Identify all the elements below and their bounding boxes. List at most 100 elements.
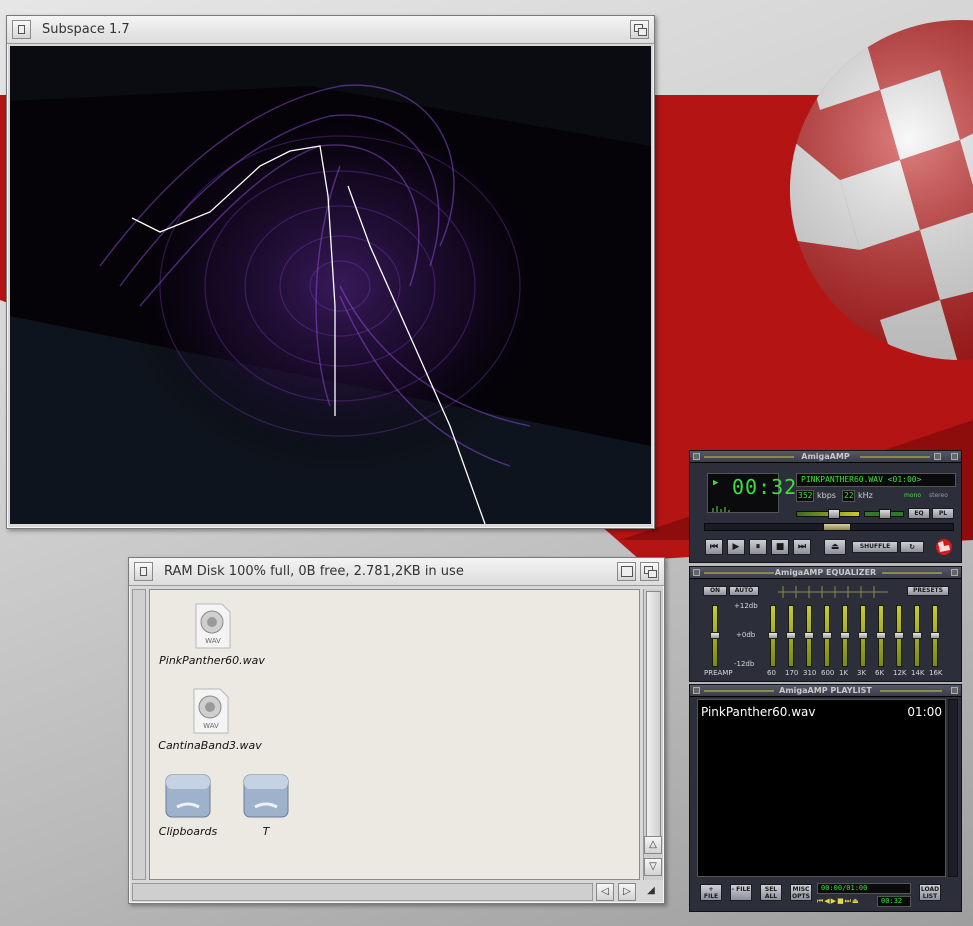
resize-gadget-icon[interactable]: ◢ xyxy=(642,883,660,901)
playlist-toggle-button[interactable]: PL xyxy=(932,508,954,519)
mini-time-display: 00:32 xyxy=(877,896,911,907)
eject-icon[interactable]: ⏏ xyxy=(824,539,846,555)
khz-value: 22 xyxy=(844,491,854,500)
amigaamp-equalizer[interactable]: AmigaAMP EQUALIZER ON AUTO PRESETS +12db… xyxy=(689,566,962,682)
eq-curve-graph xyxy=(778,586,888,598)
close-gadget-icon[interactable] xyxy=(134,562,153,581)
track-title: PINKPANTHER60.WAV <01:00> xyxy=(801,475,922,484)
repeat-icon[interactable]: ↻ xyxy=(900,541,924,553)
depth-gadget-icon[interactable] xyxy=(640,562,659,581)
volume-slider[interactable] xyxy=(796,509,860,519)
preamp-knob[interactable] xyxy=(710,632,720,639)
eq-on-button[interactable]: ON xyxy=(703,586,727,596)
eq-band-knob[interactable] xyxy=(912,632,922,639)
elapsed-time: 00:32 xyxy=(732,475,798,499)
icon-label: Clipboards xyxy=(158,825,218,838)
eq-band-label: 60 xyxy=(767,669,776,677)
amigaamp-player[interactable]: AmigaAMP ▶ 00:32 PINKPANTHER60.WAV <01:0… xyxy=(689,450,962,563)
eq-band-knob[interactable] xyxy=(894,632,904,639)
previous-icon[interactable]: ⏮ xyxy=(705,539,723,555)
track-marquee[interactable]: PINKPANTHER60.WAV <01:00> xyxy=(796,473,956,487)
playlist-time: 00:00/01:00 xyxy=(821,884,868,892)
spectrum-analyzer-icon xyxy=(712,506,730,512)
subspace-window[interactable]: Subspace 1.7 xyxy=(6,15,655,529)
eq-band-knob[interactable] xyxy=(822,632,832,639)
boing-ball-icon[interactable] xyxy=(935,538,953,556)
ramdisk-window[interactable]: RAM Disk 100% full, 0B free, 2.781,2KB i… xyxy=(128,557,665,904)
svg-text:WAV: WAV xyxy=(203,722,219,730)
drawer-contents[interactable]: WAV PinkPanther60.wav WAV CantinaBand3.w… xyxy=(149,589,640,880)
playlist-list[interactable]: PinkPanther60.wav 01:00 xyxy=(697,699,946,877)
mini-time: 00:32 xyxy=(881,897,903,905)
file-icon-pinkpanther[interactable]: WAV PinkPanther60.wav xyxy=(152,602,272,667)
balance-knob[interactable] xyxy=(879,509,891,519)
depth-gadget-icon[interactable] xyxy=(630,20,649,39)
icon-label: T xyxy=(262,825,270,838)
drawer-icon-clipboards[interactable]: Clipboards xyxy=(152,771,224,838)
eq-band-label: 16K xyxy=(929,669,943,677)
eq-band-knob[interactable] xyxy=(930,632,940,639)
next-icon[interactable]: ⏭ xyxy=(793,539,811,555)
shuffle-button[interactable]: SHUFFLE xyxy=(852,541,898,553)
eq-band-knob[interactable] xyxy=(786,632,796,639)
seek-knob[interactable] xyxy=(823,523,851,531)
playlist-item[interactable]: PinkPanther60.wav 01:00 xyxy=(701,705,942,721)
visualizer-canvas xyxy=(10,46,651,524)
volume-knob[interactable] xyxy=(828,509,840,519)
scroll-down-arrow-icon[interactable]: ▽ xyxy=(644,858,662,876)
stereo-indicator: stereo xyxy=(929,492,948,499)
amigaamp-playlist[interactable]: AmigaAMP PLAYLIST PinkPanther60.wav 01:0… xyxy=(689,684,962,912)
horizontal-scrollbar[interactable] xyxy=(132,883,593,901)
playlist-titlebar[interactable]: AmigaAMP PLAYLIST xyxy=(690,685,961,697)
load-list-button[interactable]: LOAD LIST xyxy=(919,884,941,901)
eq-band-knob[interactable] xyxy=(804,632,814,639)
minimize-gadget-icon[interactable] xyxy=(934,453,941,460)
play-icon[interactable]: ▶ xyxy=(727,539,745,555)
remove-file-button[interactable]: - FILE xyxy=(730,884,752,901)
icon-label: PinkPanther60.wav xyxy=(159,654,265,667)
equalizer-title: AmigaAMP EQUALIZER xyxy=(774,568,877,577)
khz-display: 22 xyxy=(842,490,855,502)
shade-gadget-icon[interactable] xyxy=(951,453,958,460)
pause-icon[interactable]: ⏸ xyxy=(749,539,767,555)
close-gadget-icon[interactable] xyxy=(12,20,31,39)
eq-band-label: 3K xyxy=(857,669,867,677)
eq-band-knob[interactable] xyxy=(840,632,850,639)
ramdisk-titlebar[interactable]: RAM Disk 100% full, 0B free, 2.781,2KB i… xyxy=(129,558,664,586)
equalizer-titlebar[interactable]: AmigaAMP EQUALIZER xyxy=(690,567,961,579)
time-display[interactable]: ▶ 00:32 xyxy=(707,473,796,513)
scroll-right-arrow-icon[interactable]: ▷ xyxy=(618,883,636,901)
player-title: AmigaAMP xyxy=(801,452,850,461)
vertical-scroll-knob[interactable] xyxy=(646,591,661,837)
add-file-button[interactable]: + FILE xyxy=(700,884,722,901)
eq-auto-button[interactable]: AUTO xyxy=(729,586,759,596)
drawer-icon xyxy=(243,774,289,818)
shade-gadget-icon[interactable] xyxy=(951,569,958,576)
seek-bar[interactable] xyxy=(704,523,954,531)
stop-icon[interactable]: ■ xyxy=(771,539,789,555)
eq-plus-label: +12db xyxy=(734,602,758,610)
misc-options-button[interactable]: MISC OPTS xyxy=(790,884,812,901)
eq-toggle-button[interactable]: EQ xyxy=(908,508,930,519)
player-titlebar[interactable]: AmigaAMP xyxy=(690,451,961,463)
scroll-left-arrow-icon[interactable]: ◁ xyxy=(596,883,614,901)
svg-text:WAV: WAV xyxy=(205,637,221,645)
select-all-button[interactable]: SEL ALL xyxy=(760,884,782,901)
drawer-icon xyxy=(165,774,211,818)
playlist-scrollbar[interactable] xyxy=(948,699,958,877)
file-icon-cantinaband[interactable]: WAV CantinaBand3.wav xyxy=(150,687,270,752)
subspace-titlebar[interactable]: Subspace 1.7 xyxy=(7,16,654,44)
zoom-gadget-icon[interactable] xyxy=(617,562,636,581)
shade-gadget-icon[interactable] xyxy=(951,687,958,694)
eq-band-knob[interactable] xyxy=(876,632,886,639)
eq-presets-button[interactable]: PRESETS xyxy=(907,586,949,596)
wav-file-icon: WAV xyxy=(193,688,229,734)
eq-band-knob[interactable] xyxy=(768,632,778,639)
eq-band-knob[interactable] xyxy=(858,632,868,639)
drawer-icon-t[interactable]: T xyxy=(236,771,296,838)
scroll-up-arrow-icon[interactable]: △ xyxy=(644,836,662,854)
balance-slider[interactable] xyxy=(864,509,904,519)
icon-label: CantinaBand3.wav xyxy=(158,739,262,752)
eq-band-label: 6K xyxy=(875,669,885,677)
mini-transport[interactable]: ⏮◀▶■⏭⏏ xyxy=(817,897,877,906)
